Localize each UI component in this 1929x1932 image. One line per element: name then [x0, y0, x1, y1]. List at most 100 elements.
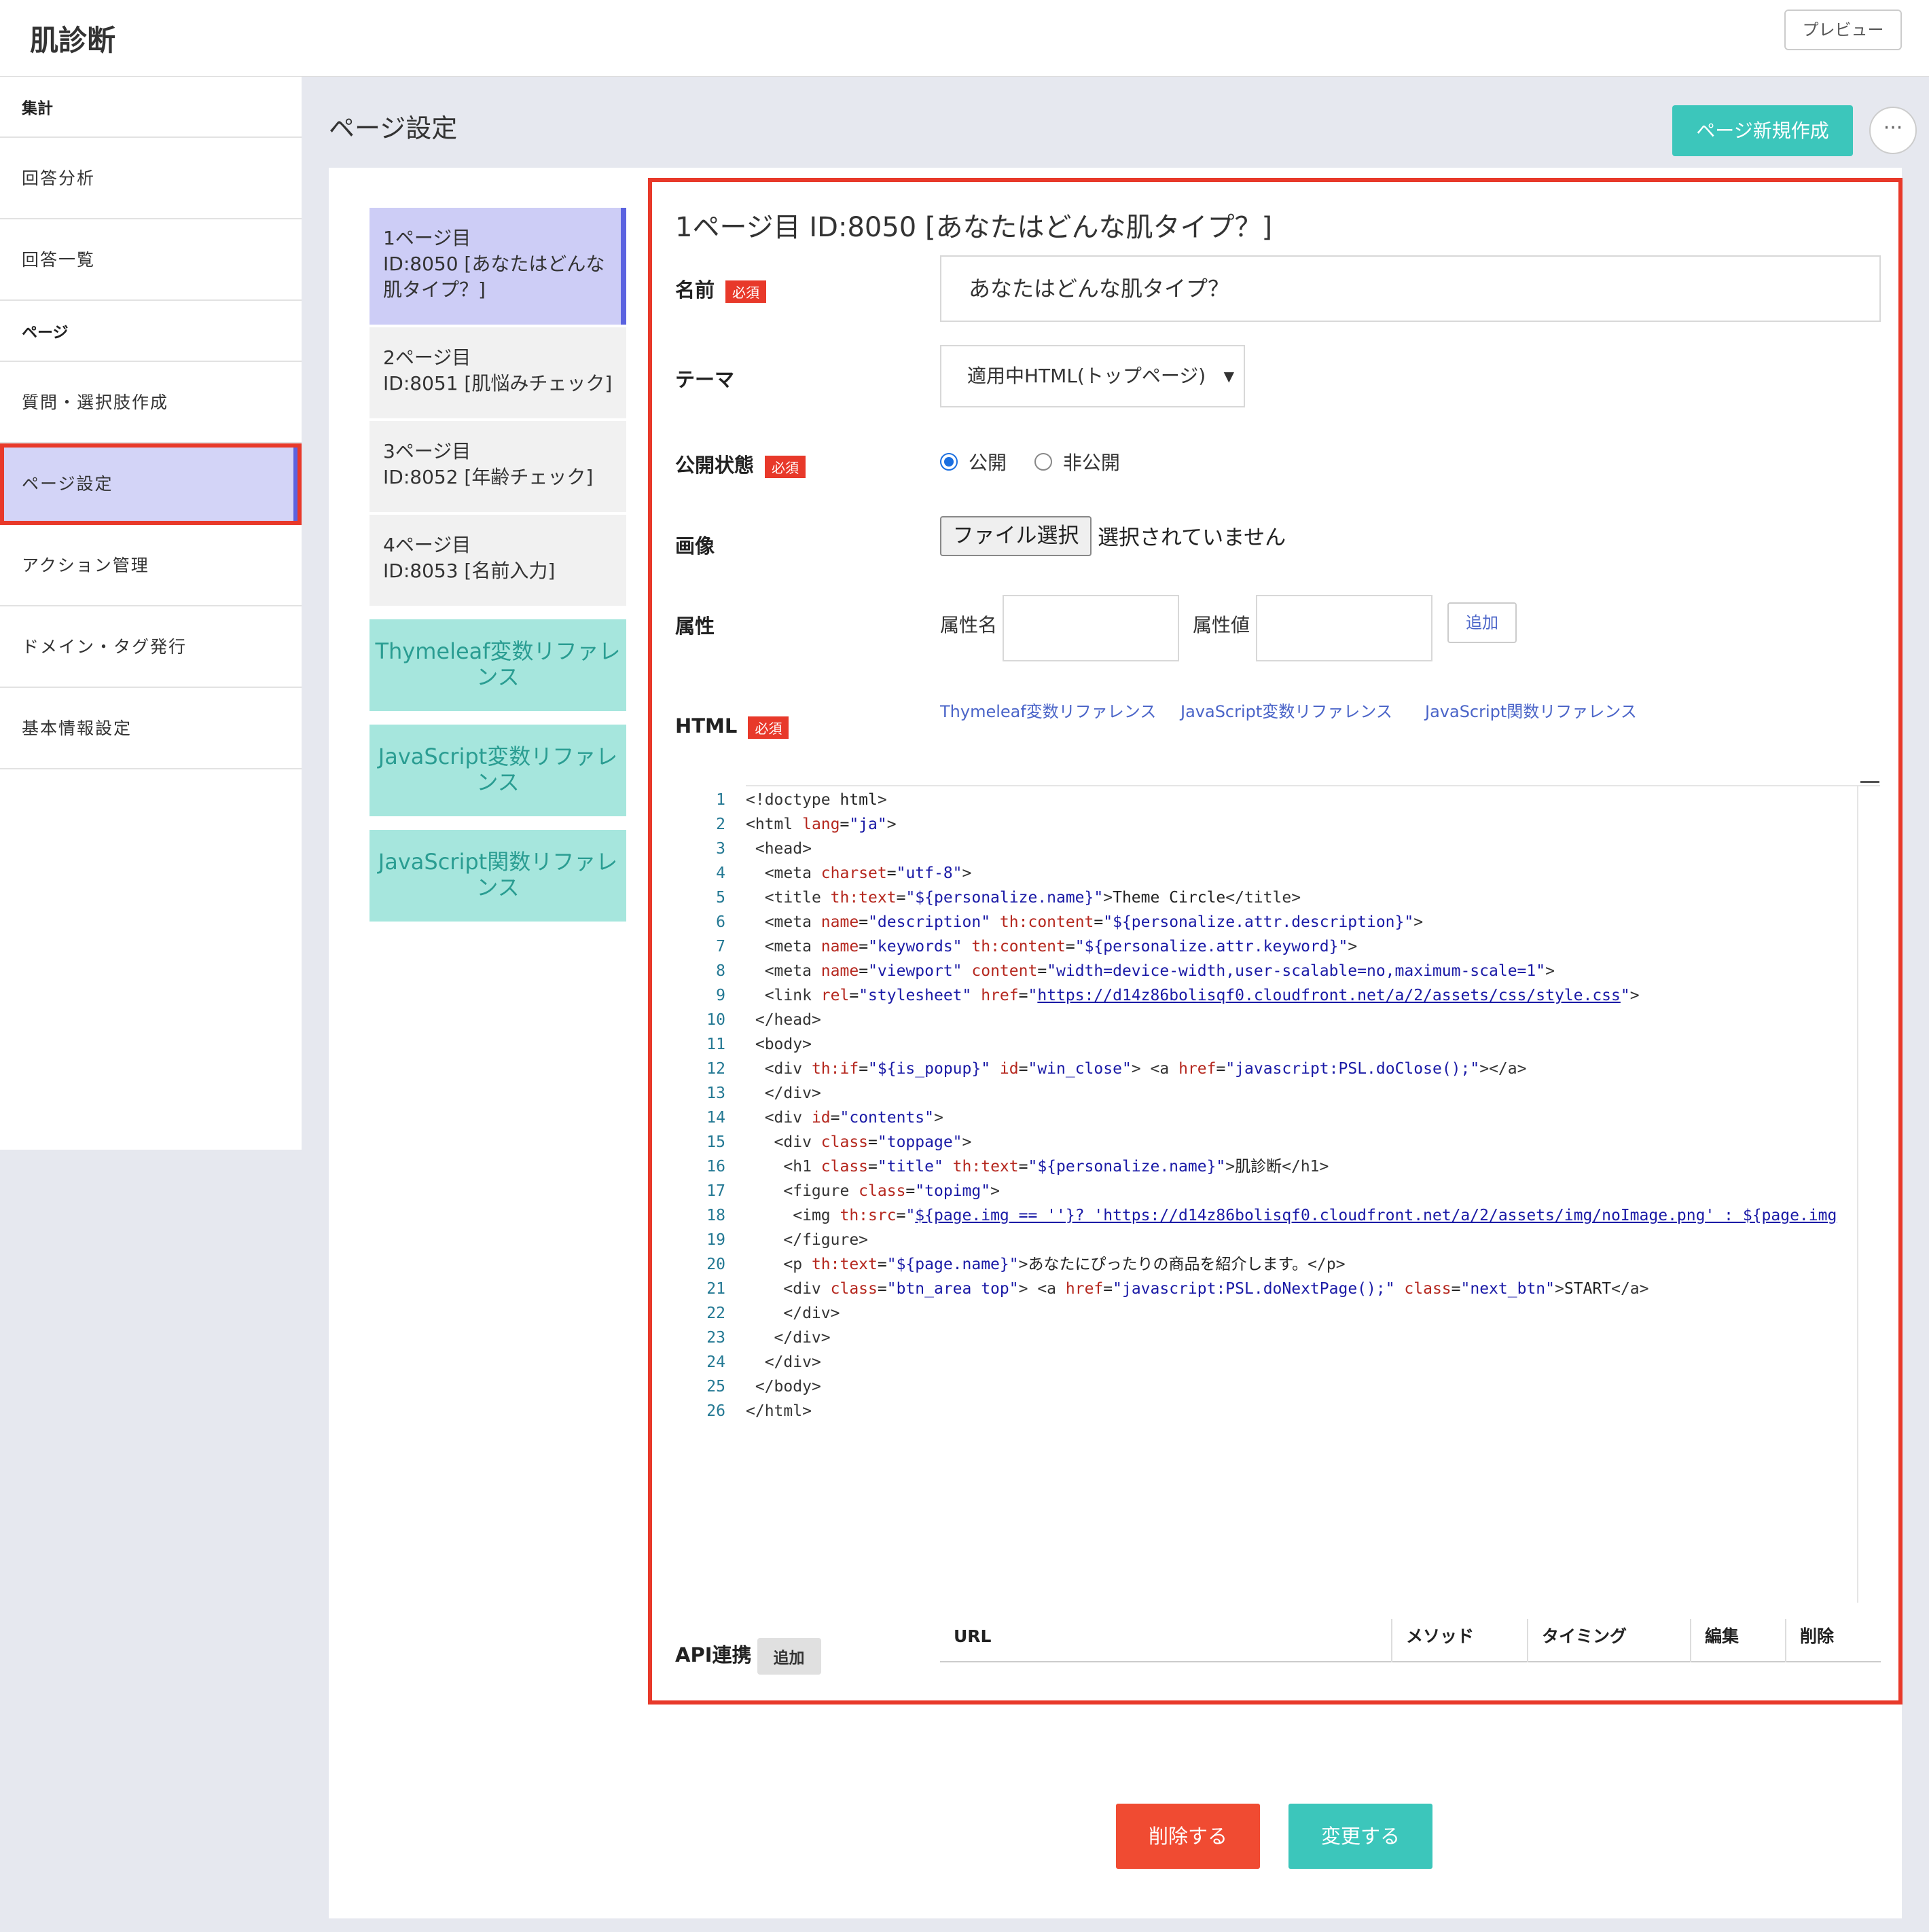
status-radio-public[interactable]: [940, 453, 958, 471]
line-number: 6: [716, 913, 725, 931]
api-label-text: API連携: [675, 1643, 752, 1666]
page-item-line: ID:8051 [肌悩みチェック]: [383, 372, 613, 395]
theme-label: テーマ: [675, 368, 735, 391]
page-item-line: ID:8053 [名前入力]: [383, 560, 556, 582]
line-number: 5: [716, 889, 725, 907]
code-text: <html lang="ja">: [746, 816, 897, 833]
js-function-ref-link[interactable]: JavaScript関数リファレンス: [1425, 698, 1637, 722]
line-number: 17: [706, 1182, 725, 1200]
image-label: 画像: [675, 534, 715, 558]
page-item-line: 1ページ目: [383, 227, 471, 249]
line-number: 18: [706, 1207, 725, 1224]
name-label: 名前 必須: [675, 274, 767, 303]
save-changes-button[interactable]: 変更する: [1288, 1804, 1432, 1869]
ref-button-line: JavaScript変数リファレ: [378, 744, 618, 769]
line-number: 15: [706, 1133, 725, 1151]
html-label-text: HTML: [675, 714, 738, 737]
api-col-delete: 削除: [1785, 1619, 1881, 1662]
page-list-item-4[interactable]: 4ページ目 ID:8053 [名前入力]: [369, 515, 626, 606]
minimize-icon[interactable]: [1860, 781, 1879, 783]
html-code-editor[interactable]: 1 <!doctype html> 2 <html lang="ja"> 3 <head…: [675, 781, 1881, 1603]
theme-select[interactable]: 適用中HTML(トップページ) ▼: [940, 345, 1245, 407]
code-line: 7 <meta name="keywords" th:content="${pe…: [675, 934, 1837, 959]
code-line: 24 </div>: [675, 1350, 1837, 1374]
line-number: 24: [706, 1353, 725, 1371]
new-page-button[interactable]: ページ新規作成: [1672, 105, 1853, 156]
attr-name-input[interactable]: [1003, 595, 1179, 661]
api-col-edit: 編集: [1690, 1619, 1785, 1662]
code-text: <meta name="viewport" content="width=dev…: [764, 962, 1555, 980]
code-text: </figure>: [783, 1231, 869, 1249]
name-label-text: 名前: [675, 278, 715, 302]
code-text: </div>: [764, 1353, 821, 1371]
page-list-item-1[interactable]: 1ページ目 ID:8050 [あなたはどんな 肌タイプ？]: [369, 208, 626, 325]
code-text: <div th:if="${is_popup}" id="win_close">…: [764, 1060, 1527, 1078]
sidebar-item-page-settings[interactable]: ページ設定: [0, 443, 302, 525]
sidebar-item-answer-analysis[interactable]: 回答分析: [0, 138, 302, 219]
api-add-button[interactable]: 追加: [757, 1638, 821, 1675]
sidebar-item-basic-info[interactable]: 基本情報設定: [0, 688, 302, 769]
status-radio-private[interactable]: [1034, 453, 1052, 471]
attr-name-label: 属性名: [940, 614, 998, 636]
required-badge: 必須: [765, 455, 806, 478]
code-text: <figure class="topimg">: [783, 1182, 1000, 1200]
code-text: <div class="btn_area top"> <a href="java…: [783, 1280, 1649, 1298]
thymeleaf-ref-button[interactable]: Thymeleaf変数リファレ ンス: [369, 619, 626, 711]
file-status: 選択されていません: [1098, 526, 1286, 550]
code-line: 15 <div class="toppage">: [675, 1130, 1837, 1154]
sidebar-section-aggregate: 集計: [0, 77, 302, 138]
code-text: <meta name="description" th:content="${p…: [764, 913, 1424, 931]
app-title: 肌診断: [30, 24, 116, 57]
js-variable-ref-button[interactable]: JavaScript変数リファレ ンス: [369, 725, 626, 816]
code-line: 18 <img th:src="${page.img == ''}? 'http…: [675, 1203, 1837, 1228]
delete-button[interactable]: 削除する: [1116, 1804, 1260, 1869]
pages-list: 1ページ目 ID:8050 [あなたはどんな 肌タイプ？] 2ページ目 ID:8…: [369, 208, 626, 922]
code-line: 10 </head>: [675, 1008, 1837, 1032]
code-line: 3 <head>: [675, 837, 1837, 861]
line-number: 26: [706, 1402, 725, 1420]
code-line: 25 </body>: [675, 1374, 1837, 1399]
code-line: 8 <meta name="viewport" content="width=d…: [675, 959, 1837, 983]
line-number: 22: [706, 1305, 725, 1322]
sidebar-item-action-management[interactable]: アクション管理: [0, 525, 302, 606]
file-select-button[interactable]: ファイル選択: [940, 516, 1092, 556]
code-text: <link rel="stylesheet" href="https://d14…: [764, 987, 1640, 1004]
code-line: 1 <!doctype html>: [675, 788, 1837, 812]
page-item-line: 肌タイプ？]: [383, 278, 486, 301]
line-number: 9: [716, 987, 725, 1004]
api-integration-label: API連携 追加: [675, 1638, 821, 1675]
preview-button[interactable]: プレビュー: [1784, 10, 1902, 50]
line-number: 11: [706, 1036, 725, 1053]
page-edit-form: 1ページ目 ID:8050 [あなたはどんな肌タイプ？] 名前 必須 あなたはどん…: [648, 178, 1903, 1705]
more-options-button[interactable]: ···: [1869, 107, 1917, 154]
js-function-ref-button[interactable]: JavaScript関数リファレ ンス: [369, 830, 626, 922]
attr-add-button[interactable]: 追加: [1447, 602, 1517, 643]
status-label: 公開状態 必須: [675, 450, 806, 478]
attr-value-input[interactable]: [1256, 595, 1432, 661]
name-input[interactable]: あなたはどんな肌タイプ？: [940, 255, 1881, 322]
code-line: 20 <p th:text="${page.name}">あなたにぴったりの商品…: [675, 1252, 1837, 1277]
code-line: 13 </div>: [675, 1081, 1837, 1106]
thymeleaf-ref-link[interactable]: Thymeleaf変数リファレンス: [940, 698, 1156, 722]
sidebar-item-domain-tag[interactable]: ドメイン・タグ発行: [0, 606, 302, 688]
code-text: <meta name="keywords" th:content="${pers…: [764, 938, 1358, 955]
status-label-text: 公開状態: [675, 454, 755, 477]
line-number: 19: [706, 1231, 725, 1249]
ref-button-line: Thymeleaf変数リファレ: [375, 638, 621, 664]
sidebar-item-answer-list[interactable]: 回答一覧: [0, 219, 302, 301]
line-number: 25: [706, 1378, 725, 1396]
page-list-item-3[interactable]: 3ページ目 ID:8052 [年齢チェック]: [369, 421, 626, 512]
sidebar-item-question-create[interactable]: 質問・選択肢作成: [0, 362, 302, 443]
editor-divider: [1857, 785, 1858, 1603]
js-variable-ref-link[interactable]: JavaScript変数リファレンス: [1180, 698, 1392, 722]
line-number: 1: [716, 791, 725, 809]
page-list-item-2[interactable]: 2ページ目 ID:8051 [肌悩みチェック]: [369, 327, 626, 418]
api-col-url: URL: [954, 1626, 992, 1646]
line-number: 10: [706, 1011, 725, 1029]
api-col-method: メソッド: [1391, 1619, 1527, 1662]
page-item-line: ID:8052 [年齢チェック]: [383, 466, 594, 488]
code-text: </html>: [746, 1402, 812, 1420]
status-option-label: 非公開: [1062, 452, 1120, 474]
code-line: 16 <h1 class="title" th:text="${personal…: [675, 1154, 1837, 1179]
line-number: 14: [706, 1109, 725, 1127]
